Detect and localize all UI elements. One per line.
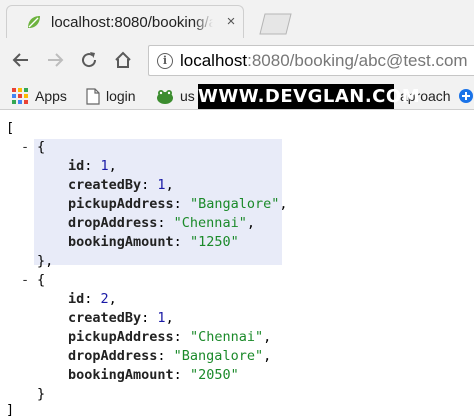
json-field: bookingAmount: "1250" — [68, 234, 239, 250]
apps-grid-icon — [12, 87, 29, 105]
json-field: id: 2, — [68, 291, 117, 307]
json-field: createdBy: 1, — [68, 177, 174, 193]
bookmark-label: login — [106, 88, 136, 104]
json-value: "Chennai" — [173, 215, 247, 231]
leaf-icon — [28, 16, 40, 28]
forward-button[interactable] — [42, 47, 68, 73]
bookmark-us[interactable]: us — [156, 86, 195, 106]
json-value: 1 — [100, 158, 109, 174]
bookmark-login[interactable]: login — [86, 86, 136, 106]
url-host: localhost — [180, 51, 248, 70]
json-field: createdBy: 1, — [68, 310, 174, 326]
json-key: bookingAmount — [68, 234, 174, 250]
tab-strip: localhost:8080/booking/abc@test.com × — [0, 0, 474, 38]
json-key: createdBy — [68, 177, 142, 193]
reload-button[interactable] — [76, 47, 102, 73]
new-tab-icon[interactable] — [254, 13, 296, 35]
json-sep: , — [165, 177, 174, 193]
json-sep: , — [108, 291, 117, 307]
page-icon — [86, 87, 100, 105]
json-sep: , — [165, 310, 174, 326]
json-sep: , — [246, 215, 255, 231]
toolbar: i localhost:8080/booking/abc@test.com — [0, 38, 474, 82]
object-close-brace: }, — [37, 253, 54, 269]
json-sep: , — [108, 158, 117, 174]
forward-arrow-icon — [48, 53, 64, 67]
json-key: bookingAmount — [68, 367, 174, 383]
collapse-toggle[interactable]: - — [21, 138, 31, 157]
json-field: dropAddress: "Bangalore", — [68, 348, 272, 364]
json-sep: , — [263, 329, 272, 345]
json-sep: , — [279, 196, 288, 212]
json-value: 1 — [157, 177, 166, 193]
json-value: 2 — [100, 291, 109, 307]
array-open-bracket: [ — [6, 120, 15, 136]
json-key: dropAddress — [68, 348, 158, 364]
json-field: pickupAddress: "Chennai", — [68, 329, 272, 345]
json-key: id — [68, 291, 85, 307]
json-sep: , — [263, 348, 272, 364]
array-close-bracket: ] — [6, 402, 15, 418]
home-icon — [115, 51, 131, 68]
object-open-brace: { — [37, 139, 46, 155]
back-button[interactable] — [8, 47, 34, 73]
json-field: pickupAddress: "Bangalore", — [68, 196, 288, 212]
url-text[interactable]: localhost:8080/booking/abc@test.com — [180, 51, 468, 71]
collapse-toggle[interactable]: - — [21, 271, 31, 290]
json-key: pickupAddress — [68, 329, 174, 345]
object-open-brace: { — [37, 272, 46, 288]
url-path: :8080/booking/abc@test.com — [247, 51, 468, 70]
json-key: dropAddress — [68, 215, 158, 231]
bookmark-apps[interactable]: Apps — [12, 86, 67, 106]
watermark: WWW.DEVGLAN.COM — [198, 84, 421, 109]
json-value: "Bangalore" — [189, 196, 280, 212]
json-value: "Chennai" — [189, 329, 264, 345]
json-value: 1 — [157, 310, 166, 326]
address-bar[interactable]: i localhost:8080/booking/abc@test.com — [148, 45, 474, 76]
json-value: "2050" — [189, 367, 239, 383]
json-key: createdBy — [68, 310, 142, 326]
json-field: bookingAmount: "2050" — [68, 367, 239, 383]
back-arrow-icon — [12, 53, 28, 67]
json-key: pickupAddress — [68, 196, 174, 212]
json-value: "1250" — [189, 234, 239, 250]
json-value: "Bangalore" — [173, 348, 264, 364]
browser-tab[interactable]: localhost:8080/booking/abc@test.com × — [6, 5, 244, 38]
json-field: dropAddress: "Chennai", — [68, 215, 255, 231]
home-button[interactable] — [110, 47, 136, 73]
tab-title: localhost:8080/booking/abc@test.com — [51, 14, 213, 31]
json-field: id: 1, — [68, 158, 117, 174]
frog-icon — [157, 89, 173, 104]
json-key: id — [68, 158, 85, 174]
bookmark-label: us — [180, 88, 195, 104]
bookmark-favicon-icon — [459, 89, 473, 103]
bookmark-label: Apps — [35, 88, 67, 104]
reload-icon — [82, 52, 97, 68]
object-close-brace: } — [37, 386, 46, 402]
json-viewer: [ - { id: 1, createdBy: 1, pickupAddress… — [0, 111, 474, 420]
tab-close-icon[interactable]: × — [223, 13, 239, 31]
info-icon[interactable]: i — [157, 53, 173, 69]
